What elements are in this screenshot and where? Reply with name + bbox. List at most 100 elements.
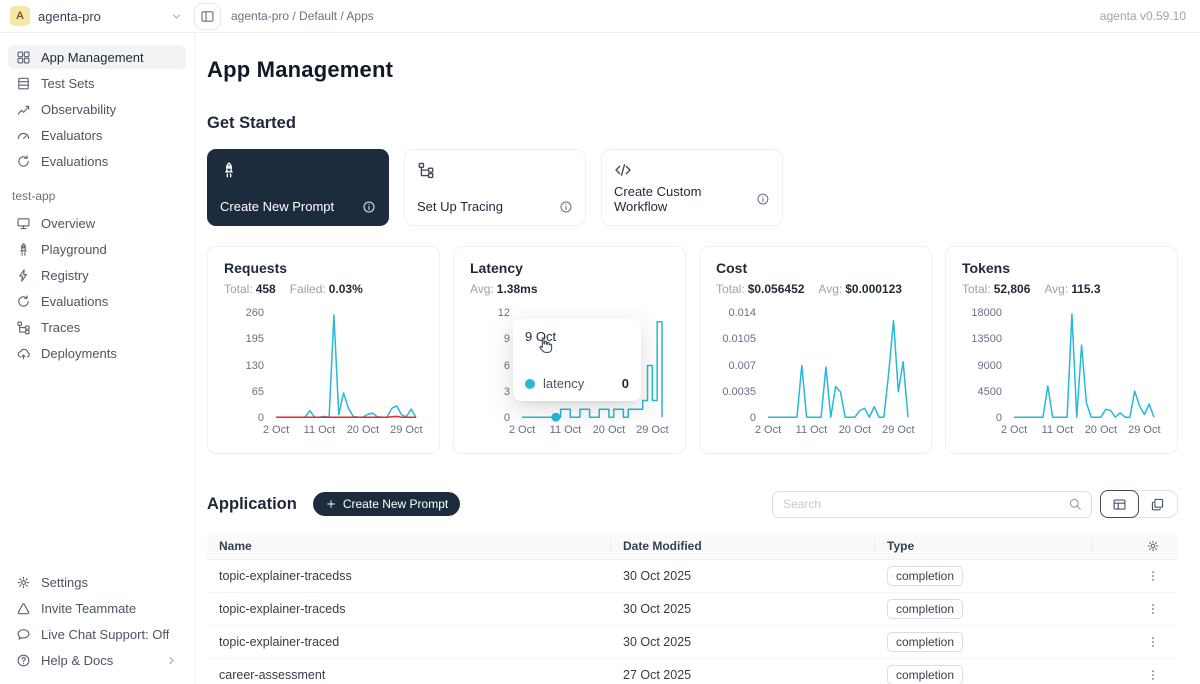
chart-stats: Total:$0.056452Avg:$0.000123	[716, 281, 915, 297]
applications-table: Name Date Modified Type topic-explainer-…	[207, 532, 1178, 684]
type-badge: completion	[887, 599, 963, 619]
sidebar-item-evaluators[interactable]: Evaluators	[8, 123, 186, 147]
table-row-topic-explainer-tracedss[interactable]: topic-explainer-tracedss30 Oct 2025compl…	[207, 560, 1178, 593]
info-icon[interactable]	[362, 200, 376, 214]
column-header-type[interactable]: Type	[875, 532, 1092, 559]
y-tick-label: 12	[498, 308, 510, 319]
stat-label: Total:	[962, 282, 991, 296]
cell-date-modified: 27 Oct 2025	[611, 659, 875, 684]
create-new-prompt-button[interactable]: Create New Prompt	[313, 492, 460, 516]
sidebar-item-label: Playground	[41, 242, 107, 257]
chart-stat: Failed:0.03%	[290, 281, 363, 297]
table-header: Name Date Modified Type	[207, 532, 1178, 560]
card-label: Set Up Tracing	[417, 199, 503, 214]
series-line-failed	[276, 416, 416, 417]
grid-icon	[16, 50, 31, 65]
get-started-card-set-up-tracing[interactable]: Set Up Tracing	[404, 149, 586, 226]
sidebar-item-observability[interactable]: Observability	[8, 97, 186, 121]
sidebar-item-playground[interactable]: Playground	[8, 237, 186, 261]
tree-icon	[16, 320, 31, 335]
mouse-cursor-icon	[536, 336, 555, 355]
table-row-topic-explainer-traceds[interactable]: topic-explainer-traceds30 Oct 2025comple…	[207, 593, 1178, 626]
search-input[interactable]	[773, 497, 1068, 511]
y-tick-label: 0	[258, 413, 264, 424]
info-icon[interactable]	[756, 192, 770, 206]
cell-actions	[1092, 593, 1178, 625]
sidebar-item-app-management[interactable]: App Management	[8, 45, 186, 69]
series-line-tokens	[1014, 314, 1154, 417]
y-axis: 260195130650	[224, 313, 270, 418]
chart-body: 0.0140.01050.0070.003502 Oct11 Oct20 Oct…	[716, 313, 915, 418]
table-row-topic-explainer-traced[interactable]: topic-explainer-traced30 Oct 2025complet…	[207, 626, 1178, 659]
lightning-icon	[16, 268, 31, 283]
refresh-icon	[16, 294, 31, 309]
chevron-right-icon	[165, 654, 178, 667]
column-header-name[interactable]: Name	[207, 532, 611, 559]
more-vertical-icon[interactable]	[1146, 635, 1160, 649]
stat-label: Failed:	[290, 282, 326, 296]
y-tick-label: 9	[504, 334, 510, 345]
chevron-down-icon	[170, 10, 183, 23]
more-vertical-icon[interactable]	[1146, 602, 1160, 616]
x-tick-label: 20 Oct	[593, 424, 625, 436]
gauge-icon	[16, 128, 31, 143]
workspace-avatar: A	[10, 6, 30, 26]
search-icon[interactable]	[1068, 497, 1082, 511]
more-vertical-icon[interactable]	[1146, 668, 1160, 682]
stat-value: $0.056452	[748, 282, 805, 296]
cell-actions	[1092, 626, 1178, 658]
x-tick-label: 11 Oct	[550, 424, 582, 436]
chart-icon	[16, 102, 31, 117]
stat-value: 0.03%	[329, 282, 363, 296]
chart-plot[interactable]: 2 Oct11 Oct20 Oct29 Oct	[1014, 313, 1154, 418]
triangle-icon	[16, 601, 31, 616]
workspace-selector[interactable]: A agenta-pro	[0, 0, 195, 32]
sidebar-item-traces[interactable]: Traces	[8, 315, 186, 339]
refresh-icon	[16, 154, 31, 169]
stat-value: 52,806	[994, 282, 1031, 296]
y-tick-label: 0.014	[728, 308, 756, 319]
sidebar-item-invite-teammate[interactable]: Invite Teammate	[8, 596, 186, 620]
sidebar-item-label: Test Sets	[41, 76, 94, 91]
x-tick-label: 11 Oct	[1042, 424, 1074, 436]
cell-type: completion	[875, 626, 1092, 658]
cell-date-modified: 30 Oct 2025	[611, 560, 875, 592]
sidebar-item-test-sets[interactable]: Test Sets	[8, 71, 186, 95]
cell-name: topic-explainer-tracedss	[207, 560, 611, 592]
chart-body: 2601951306502 Oct11 Oct20 Oct29 Oct	[224, 313, 423, 418]
get-started-card-create-new-prompt[interactable]: Create New Prompt	[207, 149, 389, 226]
breadcrumb[interactable]: agenta-pro / Default / Apps	[231, 9, 374, 23]
table-view-button[interactable]	[1100, 490, 1139, 518]
get-started-card-create-custom-workflow[interactable]: Create Custom Workflow	[601, 149, 783, 226]
sidebar-item-evaluations[interactable]: Evaluations	[8, 149, 186, 173]
rocket-icon	[16, 242, 31, 257]
chart-plot[interactable]: 2 Oct11 Oct20 Oct29 Oct	[768, 313, 908, 418]
x-tick-label: 20 Oct	[839, 424, 871, 436]
sidebar-item-live-chat-support-off[interactable]: Live Chat Support: Off	[8, 622, 186, 646]
chart-title: Requests	[224, 259, 423, 277]
chart-tooltip: 9 Oct latency 0	[513, 319, 641, 401]
cell-actions	[1092, 560, 1178, 592]
info-icon[interactable]	[559, 200, 573, 214]
more-vertical-icon[interactable]	[1146, 569, 1160, 583]
type-badge: completion	[887, 632, 963, 652]
sidebar-item-label: Traces	[41, 320, 80, 335]
sidebar-item-registry[interactable]: Registry	[8, 263, 186, 287]
sidebar-item-evaluations[interactable]: Evaluations	[8, 289, 186, 313]
sidebar-item-overview[interactable]: Overview	[8, 211, 186, 235]
gear-icon[interactable]	[1146, 539, 1160, 553]
table-body: topic-explainer-tracedss30 Oct 2025compl…	[207, 560, 1178, 684]
question-icon	[16, 653, 31, 668]
table-row-career-assessment[interactable]: career-assessment27 Oct 2025completion	[207, 659, 1178, 684]
stat-label: Total:	[224, 282, 253, 296]
column-header-date-modified[interactable]: Date Modified	[611, 532, 875, 559]
sidebar-toggle-button[interactable]	[194, 3, 221, 30]
cell-date-modified: 30 Oct 2025	[611, 626, 875, 658]
chart-plot[interactable]: 2 Oct11 Oct20 Oct29 Oct	[276, 313, 416, 418]
sidebar-item-deployments[interactable]: Deployments	[8, 341, 186, 365]
sidebar-item-settings[interactable]: Settings	[8, 570, 186, 594]
sidebar-item-help-docs[interactable]: Help & Docs	[8, 648, 186, 672]
card-view-button[interactable]	[1138, 491, 1177, 517]
x-tick-label: 2 Oct	[1001, 424, 1027, 436]
y-tick-label: 6	[504, 361, 510, 372]
